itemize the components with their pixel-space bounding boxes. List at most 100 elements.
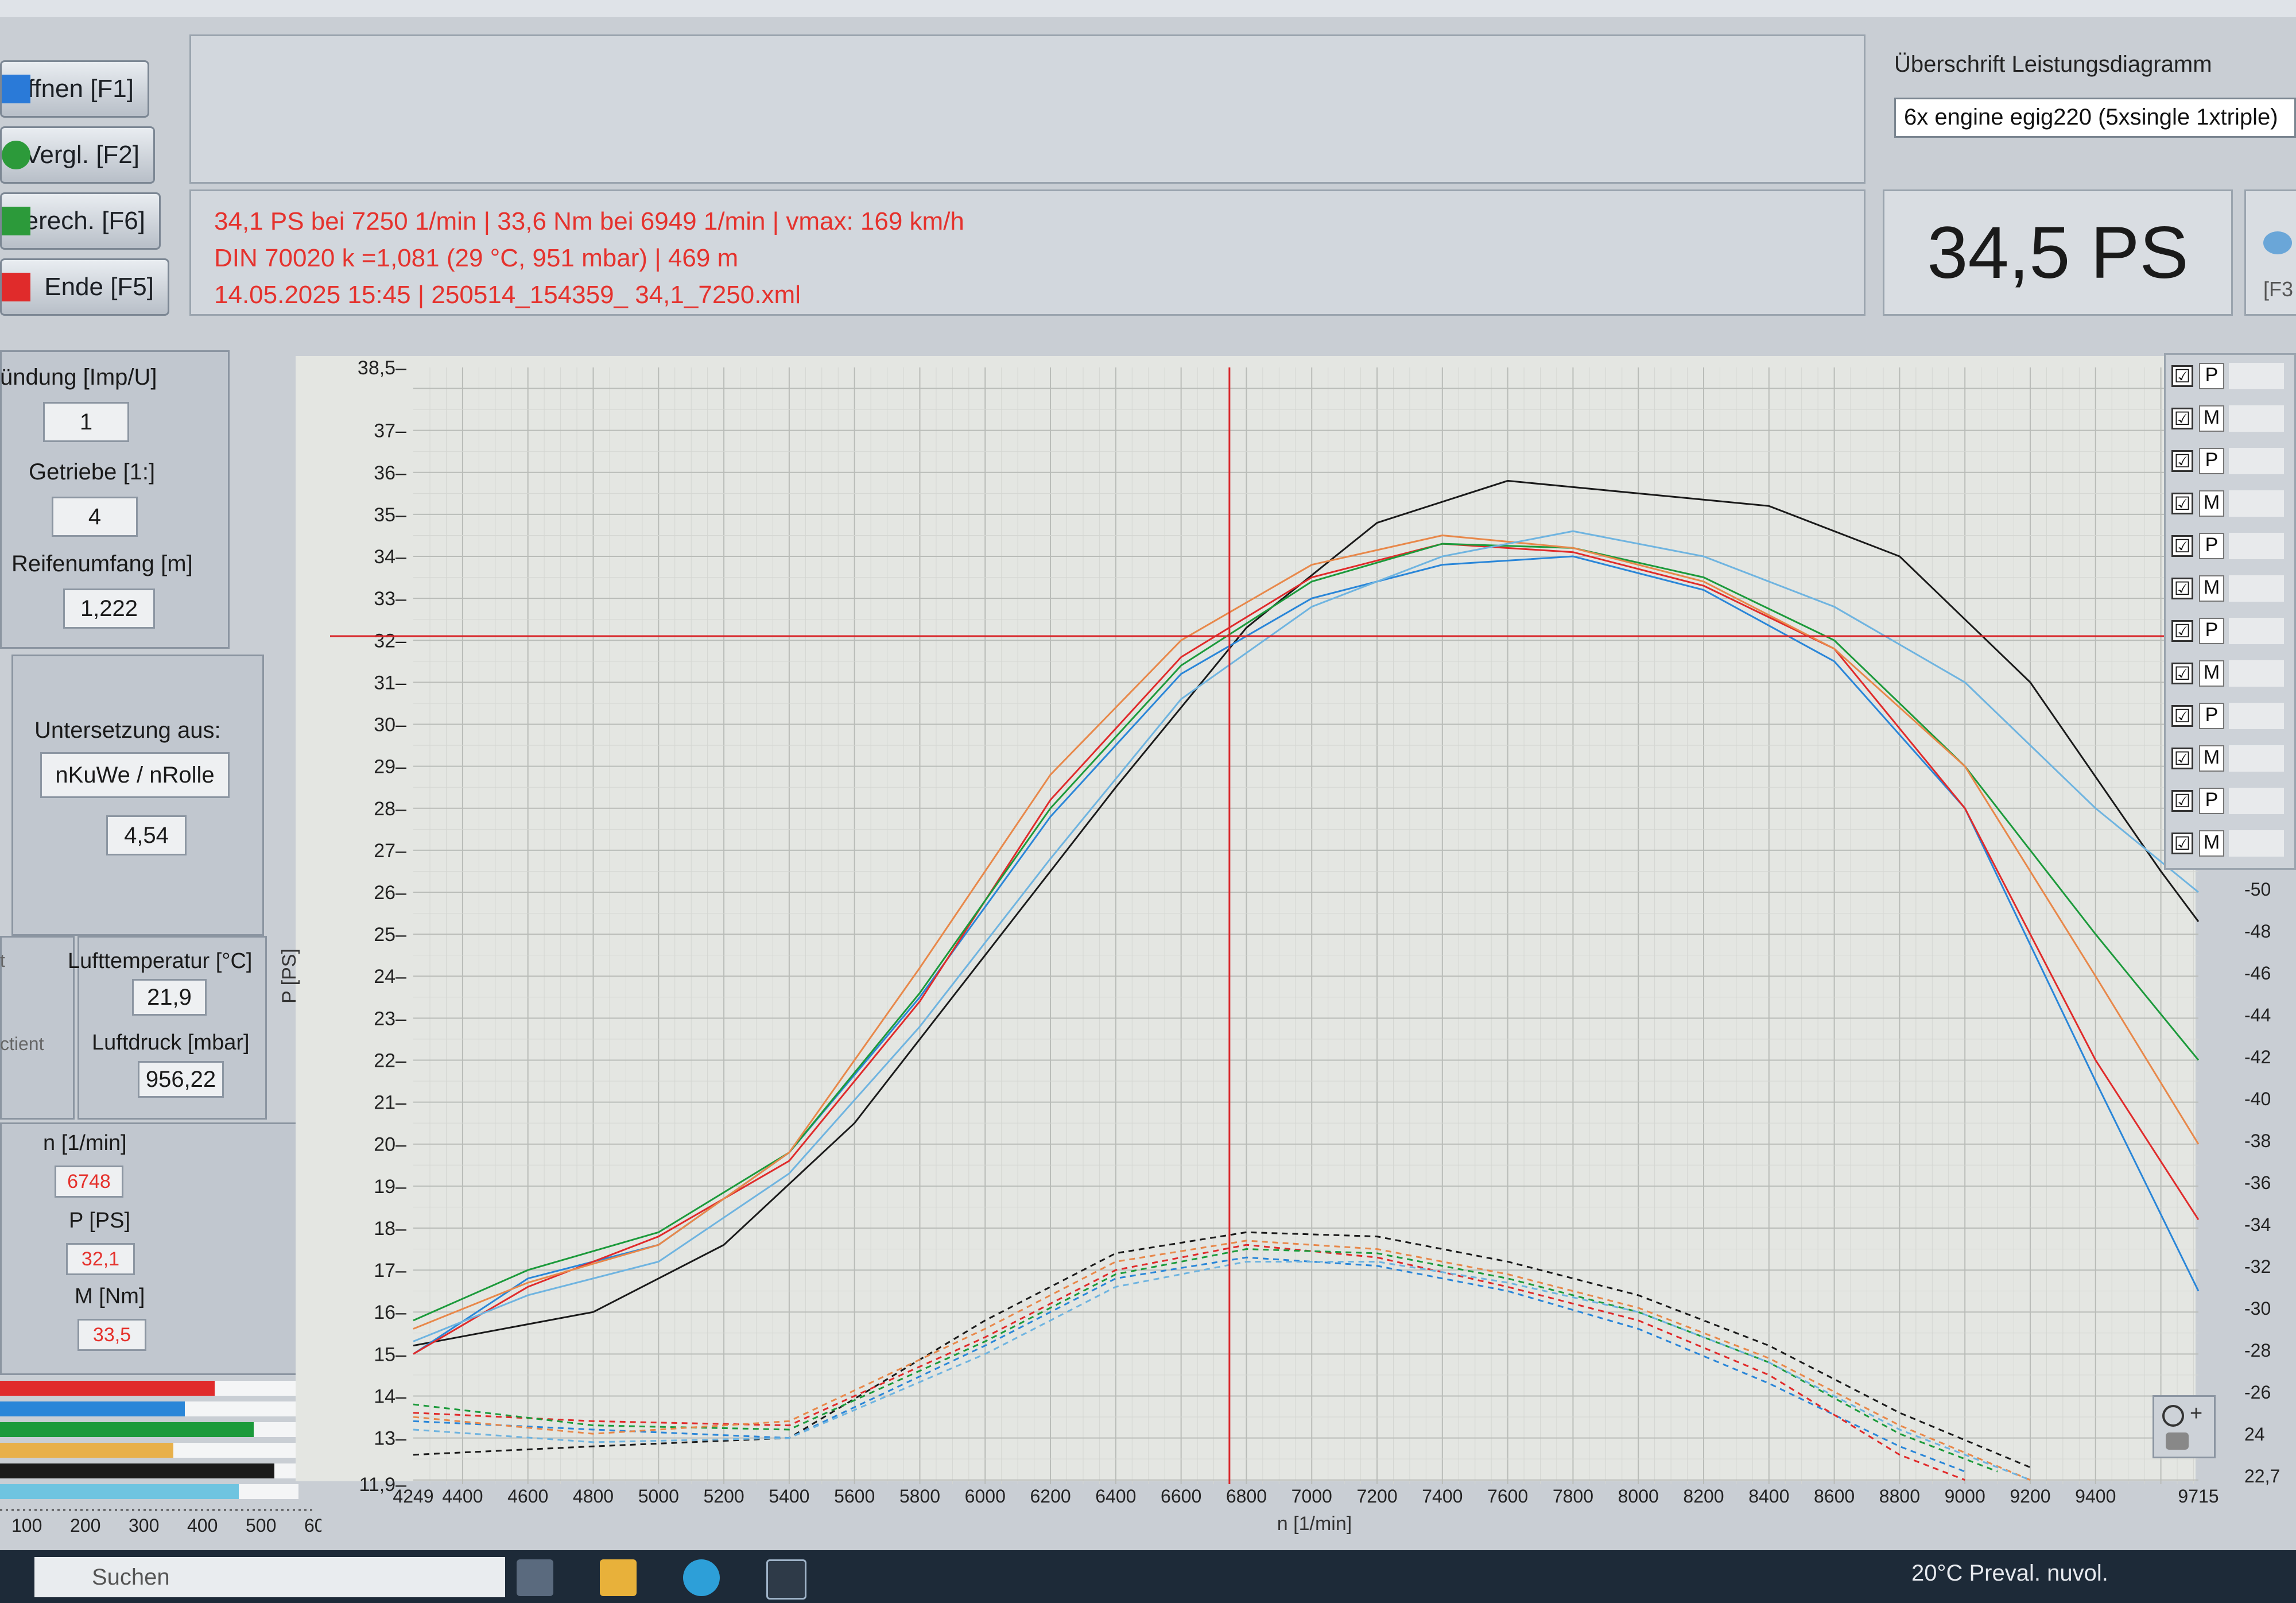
legend-type-label: P: [2199, 703, 2224, 729]
y2-tick-label: -42: [2244, 1047, 2271, 1067]
legend-type-label: M: [2199, 745, 2224, 772]
y-tick-label: 26–: [374, 882, 406, 904]
x-tick-label: 8800: [1879, 1486, 1920, 1507]
legend-checkbox[interactable]: ☑: [2171, 493, 2193, 514]
y2-tick-label: 24: [2244, 1424, 2265, 1445]
end-button-label: Ende [F5]: [44, 273, 154, 301]
y-tick-label: 13–: [374, 1428, 406, 1450]
folder-icon: [2, 75, 30, 103]
legend-checkbox[interactable]: ☑: [2171, 705, 2193, 727]
legend-type-label: P: [2199, 788, 2224, 814]
legend-checkbox[interactable]: ☑: [2171, 620, 2193, 642]
diagram-title-label: Überschrift Leistungsdiagramm: [1894, 52, 2212, 77]
x-tick-label: 8200: [1683, 1486, 1724, 1507]
legend-row[interactable]: ☑ P: [2171, 700, 2292, 734]
legend-row[interactable]: ☑ P: [2171, 361, 2292, 394]
x-tick-label: 5200: [703, 1486, 744, 1507]
y2-tick-label: -26: [2244, 1382, 2271, 1403]
legend-checkbox[interactable]: ☑: [2171, 578, 2193, 599]
x-tick-label: 5600: [834, 1486, 875, 1507]
weather-widget[interactable]: 20°C Preval. nuvol.: [1911, 1561, 2108, 1586]
y-tick-label: 27–: [374, 840, 406, 862]
legend-row[interactable]: ☑ M: [2171, 573, 2292, 606]
legend-checkbox[interactable]: ☑: [2171, 833, 2193, 854]
y2-tick-label: -30: [2244, 1298, 2271, 1319]
calc-button[interactable]: Berech. [F6]: [0, 192, 161, 250]
legend-row[interactable]: ☑ M: [2171, 828, 2292, 861]
legend-type-label: M: [2199, 575, 2224, 602]
legend-row[interactable]: ☑ P: [2171, 446, 2292, 479]
legend-checkbox[interactable]: ☑: [2171, 450, 2193, 472]
open-button[interactable]: Öffnen [F1]: [0, 60, 149, 118]
x-tick-label: 9715: [2178, 1486, 2219, 1507]
x-tick-label: 4800: [573, 1486, 614, 1507]
legend-type-label: M: [2199, 490, 2224, 517]
pan-hand-icon[interactable]: [2166, 1432, 2189, 1450]
y-tick-label: 15–: [374, 1343, 406, 1365]
y-tick-label: 30–: [374, 714, 406, 736]
x-tick-label: 6200: [1030, 1486, 1071, 1507]
y-axis-label: P [PS]: [278, 948, 300, 1004]
legend-row[interactable]: ☑ M: [2171, 403, 2292, 436]
x-tick-label: 6000: [965, 1486, 1006, 1507]
legend-row[interactable]: ☑ P: [2171, 615, 2292, 649]
y-tick-label: 14–: [374, 1385, 406, 1407]
y-tick-label: 24–: [374, 966, 406, 988]
edge-browser-icon[interactable]: [683, 1559, 720, 1596]
power-curve-chart[interactable]: 38,5– 37– 36– 35– 34– 33– 32– 31– 30– 29– 28– 27– 26…: [0, 344, 2296, 1550]
legend-swatch: [2229, 490, 2284, 517]
dyno-app-icon[interactable]: [766, 1559, 806, 1600]
zoom-in-icon[interactable]: +: [2190, 1401, 2202, 1426]
taskbar-search[interactable]: Suchen: [34, 1557, 505, 1597]
y-tick-label: 25–: [374, 924, 406, 946]
x-tick-label: 7000: [1292, 1486, 1332, 1507]
zoom-tools[interactable]: +: [2152, 1395, 2216, 1458]
legend-checkbox[interactable]: ☑: [2171, 408, 2193, 429]
f3-button[interactable]: [F3: [2244, 189, 2296, 316]
y2-tick-label: -32: [2244, 1256, 2271, 1277]
legend-row[interactable]: ☑ M: [2171, 658, 2292, 691]
compare-button[interactable]: Vergl. [F2]: [0, 126, 155, 184]
legend-row[interactable]: ☑ M: [2171, 488, 2292, 521]
y-tick-label: 21–: [374, 1092, 406, 1114]
zoom-icon[interactable]: [2162, 1405, 2184, 1427]
legend-checkbox[interactable]: ☑: [2171, 535, 2193, 557]
y-tick-label: 20–: [374, 1134, 406, 1156]
x-tick-label: 4400: [442, 1486, 483, 1507]
y2-tick-label: -44: [2244, 1005, 2271, 1025]
print-icon: [2263, 231, 2292, 254]
legend-row[interactable]: ☑ P: [2171, 531, 2292, 564]
legend-type-label: P: [2199, 533, 2224, 559]
x-tick-label: 6400: [1095, 1486, 1136, 1507]
legend-checkbox[interactable]: ☑: [2171, 365, 2193, 387]
window-top-strip: [0, 0, 2296, 17]
legend-swatch: [2229, 533, 2284, 559]
x-axis-ticks: 4249 4400 4600 4800 5000 5200 5400 5600 5800 6000…: [393, 1486, 2219, 1507]
y2-tick-label: -46: [2244, 963, 2271, 984]
y-tick-label: 18–: [374, 1218, 406, 1240]
x-tick-label: 8600: [1814, 1486, 1855, 1507]
legend-row[interactable]: ☑ P: [2171, 785, 2292, 819]
compare-icon: [2, 141, 30, 169]
header-panel: [189, 34, 1865, 184]
x-tick-label: 9200: [2010, 1486, 2050, 1507]
end-button[interactable]: Ende [F5]: [0, 258, 169, 316]
y-tick-label: 34–: [374, 546, 406, 568]
y-tick-label: 16–: [374, 1302, 406, 1323]
diagram-title-input[interactable]: 6x engine egig220 (5xsingle 1xtriple): [1894, 98, 2296, 138]
legend-row[interactable]: ☑ M: [2171, 743, 2292, 776]
y2-tick-label: -48: [2244, 921, 2271, 942]
legend-checkbox[interactable]: ☑: [2171, 748, 2193, 769]
y-tick-label: 38,5–: [358, 357, 406, 379]
y-tick-label: 29–: [374, 756, 406, 778]
x-axis-label: n [1/min]: [1277, 1513, 1352, 1535]
legend-type-label: M: [2199, 830, 2224, 857]
result-line-1: 34,1 PS bei 7250 1/min | 33,6 Nm bei 694…: [214, 207, 964, 235]
legend-checkbox[interactable]: ☑: [2171, 790, 2193, 812]
file-explorer-icon[interactable]: [600, 1559, 637, 1596]
legend-swatch: [2229, 788, 2284, 814]
task-view-icon[interactable]: [517, 1559, 553, 1596]
legend-swatch: [2229, 660, 2284, 687]
legend-checkbox[interactable]: ☑: [2171, 663, 2193, 684]
y2-tick-label: -40: [2244, 1089, 2271, 1109]
